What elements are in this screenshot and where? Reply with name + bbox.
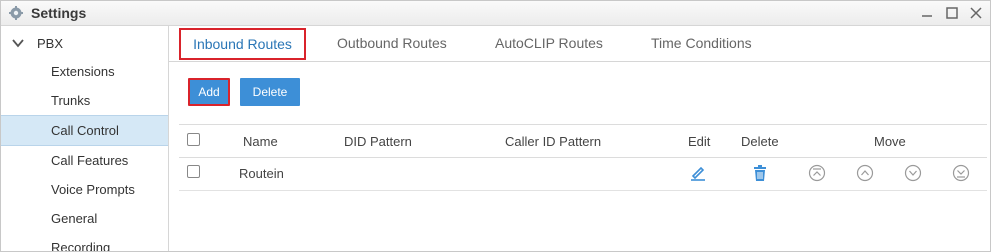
delete-button[interactable]: Delete	[240, 78, 300, 106]
column-header-name: Name	[243, 134, 278, 149]
sidebar-item-label: Extensions	[51, 64, 115, 79]
select-all-checkbox[interactable]	[187, 133, 200, 146]
row-checkbox[interactable]	[187, 165, 200, 178]
sidebar-group-label: PBX	[37, 36, 64, 51]
sidebar-group-pbx[interactable]: PBX	[1, 30, 168, 56]
sidebar-item-call-control[interactable]: Call Control	[1, 115, 168, 146]
edit-pencil-icon[interactable]	[689, 164, 707, 182]
table-row: Routein	[179, 157, 987, 191]
move-top-icon[interactable]	[808, 164, 826, 182]
move-down-icon[interactable]	[904, 164, 922, 182]
tab-inbound-routes[interactable]: Inbound Routes	[179, 28, 306, 60]
move-bottom-icon[interactable]	[952, 164, 970, 182]
table-header: Name DID Pattern Caller ID Pattern Edit …	[179, 124, 987, 158]
sidebar-item-recording[interactable]: Recording	[1, 233, 168, 252]
add-button[interactable]: Add	[188, 78, 230, 106]
settings-window: Settings PBX Extensions Trunks Call Cont…	[0, 0, 991, 252]
sidebar-item-label: Recording	[51, 240, 111, 252]
minimize-icon[interactable]	[919, 5, 935, 21]
row-name: Routein	[239, 166, 284, 181]
maximize-icon[interactable]	[944, 5, 960, 21]
column-header-move: Move	[874, 134, 906, 149]
column-header-did-pattern: DID Pattern	[344, 134, 412, 149]
column-header-delete: Delete	[741, 134, 779, 149]
sidebar-item-label: General	[51, 211, 98, 226]
close-icon[interactable]	[968, 5, 984, 21]
sidebar-item-label: Voice Prompts	[51, 182, 135, 197]
window-title: Settings	[31, 5, 87, 21]
column-header-caller-id-pattern: Caller ID Pattern	[505, 134, 602, 149]
gear-icon	[9, 6, 23, 20]
sidebar-item-label: Call Features	[51, 153, 129, 168]
chevron-down-icon	[12, 39, 24, 48]
tab-outbound-routes[interactable]: Outbound Routes	[337, 35, 447, 51]
sidebar: PBX Extensions Trunks Call Control Call …	[1, 26, 169, 252]
sidebar-item-label: Call Control	[51, 123, 119, 138]
sidebar-item-label: Trunks	[51, 93, 91, 108]
column-header-edit: Edit	[688, 134, 711, 149]
sidebar-item-extensions[interactable]: Extensions	[1, 57, 168, 86]
tab-bar: Inbound Routes Outbound Routes AutoCLIP …	[169, 26, 990, 62]
title-bar: Settings	[1, 1, 990, 26]
tab-autoclip-routes[interactable]: AutoCLIP Routes	[495, 35, 603, 51]
tab-time-conditions[interactable]: Time Conditions	[651, 35, 752, 51]
trash-icon[interactable]	[751, 164, 769, 182]
sidebar-item-voice-prompts[interactable]: Voice Prompts	[1, 175, 168, 204]
move-up-icon[interactable]	[856, 164, 874, 182]
sidebar-item-trunks[interactable]: Trunks	[1, 86, 168, 115]
sidebar-item-general[interactable]: General	[1, 204, 168, 233]
sidebar-item-call-features[interactable]: Call Features	[1, 146, 168, 175]
main-content: Inbound Routes Outbound Routes AutoCLIP …	[169, 26, 990, 251]
